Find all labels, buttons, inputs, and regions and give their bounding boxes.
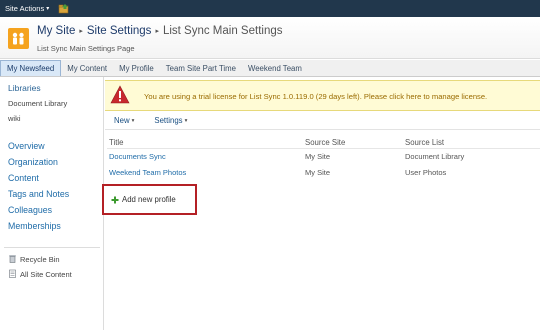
title-area: My Site ▸ Site Settings ▸ List Sync Main… — [0, 17, 540, 59]
list-toolbar: New ▾ Settings ▾ — [105, 112, 540, 130]
column-header-title[interactable]: Title — [109, 138, 123, 147]
all-site-content-label: All Site Content — [20, 270, 72, 279]
chevron-down-icon: ▾ — [184, 117, 188, 124]
sidebar-item-content[interactable]: Content — [8, 173, 39, 183]
row-title-link[interactable]: Weekend Team Photos — [109, 168, 186, 177]
page-subtitle: List Sync Main Settings Page — [37, 44, 135, 53]
chevron-down-icon: ▾ — [46, 6, 50, 12]
page-title: List Sync Main Settings — [162, 25, 283, 37]
sidebar-item-overview[interactable]: Overview — [8, 141, 45, 151]
sidebar-item-colleagues[interactable]: Colleagues — [8, 205, 52, 215]
row-title-link[interactable]: Documents Sync — [109, 152, 166, 161]
column-header-source-list[interactable]: Source List — [405, 138, 444, 147]
tab-my-profile[interactable]: My Profile — [113, 60, 160, 76]
sidebar-item-wiki[interactable]: wiki — [8, 114, 21, 123]
site-actions-menu[interactable]: Site Actions ▾ — [5, 4, 49, 13]
recycle-bin-link[interactable]: Recycle Bin — [8, 254, 60, 265]
row-source-site: My Site — [305, 152, 331, 161]
settings-menu-button[interactable]: Settings ▾ — [154, 116, 187, 125]
add-new-profile-button[interactable]: Add new profile — [102, 184, 197, 215]
tab-weekend-team[interactable]: Weekend Team — [242, 60, 308, 76]
settings-menu-label: Settings — [154, 116, 183, 125]
warning-icon — [110, 85, 130, 104]
main-content: You are using a trial license for List S… — [102, 77, 540, 330]
people-icon[interactable] — [8, 28, 29, 49]
breadcrumb-my-site[interactable]: My Site — [37, 25, 75, 37]
add-new-profile-label: Add new profile — [122, 195, 176, 204]
new-menu-label: New — [114, 116, 130, 125]
breadcrumb-separator-icon: ▸ — [155, 28, 159, 35]
header-divider — [107, 148, 540, 149]
top-navigation: My Newsfeed My Content My Profile Team S… — [0, 60, 540, 77]
navigate-up-icon[interactable] — [58, 3, 69, 14]
tab-team-site-part-time[interactable]: Team Site Part Time — [160, 60, 242, 76]
breadcrumb-separator-icon: ▸ — [79, 28, 83, 35]
add-icon — [111, 196, 119, 204]
site-actions-label: Site Actions — [5, 4, 45, 13]
column-header-source-site[interactable]: Source Site — [305, 138, 345, 147]
recycle-bin-label: Recycle Bin — [20, 255, 60, 264]
recycle-bin-icon — [8, 254, 17, 265]
ribbon-bar: Site Actions ▾ — [0, 0, 540, 17]
tab-my-content[interactable]: My Content — [61, 60, 113, 76]
breadcrumb: My Site ▸ Site Settings ▸ List Sync Main… — [37, 25, 282, 37]
license-warning-link[interactable]: You are using a trial license for List S… — [144, 92, 487, 101]
sidebar-item-organization[interactable]: Organization — [8, 157, 58, 167]
sidebar-item-memberships[interactable]: Memberships — [8, 221, 61, 231]
left-navigation: Libraries Document Library wiki Overview… — [0, 77, 104, 330]
sidebar-item-tags-and-notes[interactable]: Tags and Notes — [8, 189, 69, 199]
license-warning-banner: You are using a trial license for List S… — [105, 80, 540, 111]
new-menu-button[interactable]: New ▾ — [114, 116, 134, 125]
libraries-heading[interactable]: Libraries — [8, 83, 41, 93]
chevron-down-icon: ▾ — [131, 117, 135, 124]
site-content-icon — [8, 269, 17, 280]
row-source-list: Document Library — [405, 152, 465, 161]
sidebar-divider — [4, 247, 100, 248]
row-source-list: User Photos — [405, 168, 447, 177]
tab-my-newsfeed[interactable]: My Newsfeed — [0, 60, 62, 76]
row-source-site: My Site — [305, 168, 331, 177]
all-site-content-link[interactable]: All Site Content — [8, 269, 72, 280]
breadcrumb-site-settings[interactable]: Site Settings — [87, 25, 152, 37]
sidebar-item-document-library[interactable]: Document Library — [8, 99, 67, 108]
